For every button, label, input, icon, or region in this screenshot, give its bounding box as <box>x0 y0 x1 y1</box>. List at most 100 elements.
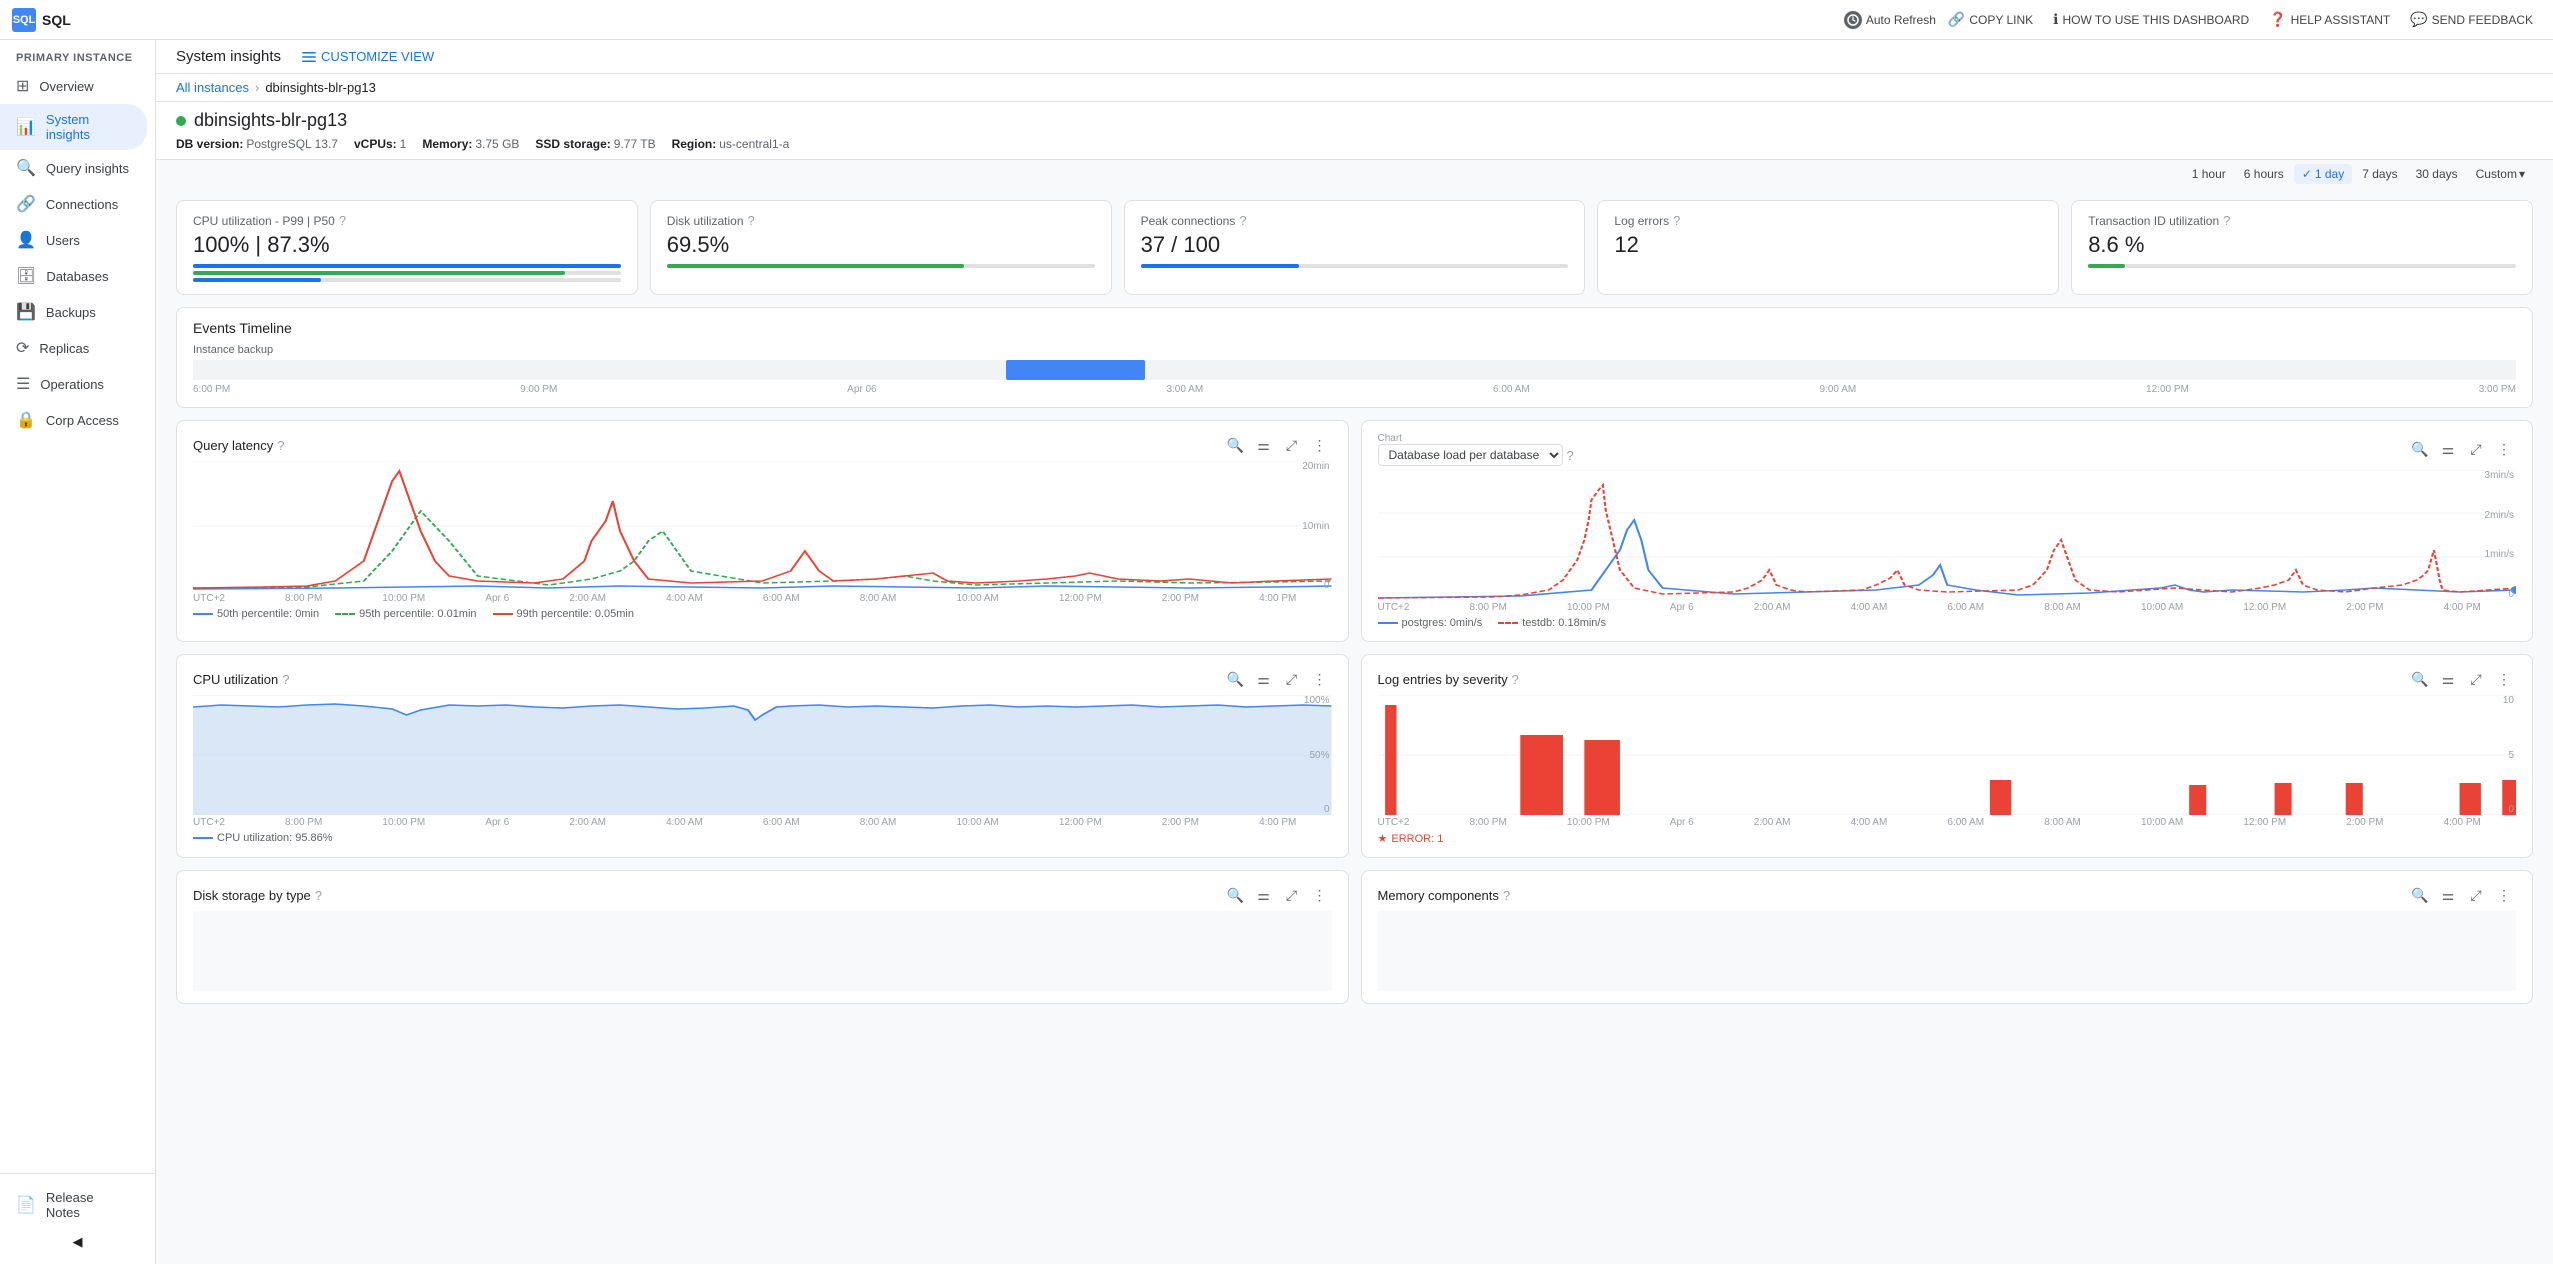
time-1hour[interactable]: 1 hour <box>2184 164 2234 184</box>
metric-disk-help[interactable]: ? <box>748 213 755 228</box>
sidebar-item-label: Connections <box>46 197 118 212</box>
zoom-button[interactable]: 🔍 <box>1224 433 1248 457</box>
metric-connections-help[interactable]: ? <box>1239 213 1246 228</box>
metric-transaction-help[interactable]: ? <box>2223 213 2230 228</box>
sidebar-item-query-insights[interactable]: 🔍 Query insights <box>0 150 147 186</box>
customize-label: CUSTOMIZE VIEW <box>321 49 434 64</box>
query-latency-help[interactable]: ? <box>277 438 284 453</box>
feedback-button[interactable]: 💬 SEND FEEDBACK <box>2402 7 2541 32</box>
disk-storage-area <box>193 911 1332 991</box>
log-more[interactable]: ⋮ <box>2492 667 2516 691</box>
metric-disk: Disk utilization ? 69.5% <box>650 200 1112 295</box>
db-load-filter[interactable]: ⚌ <box>2436 438 2460 462</box>
memory-help[interactable]: ? <box>1503 888 1510 903</box>
disk-zoom[interactable]: 🔍 <box>1224 883 1248 907</box>
sidebar-item-backups[interactable]: 💾 Backups <box>0 294 147 330</box>
corp-access-icon: 🔒 <box>16 410 36 430</box>
sidebar-item-overview[interactable]: ⊞ Overview <box>0 68 147 104</box>
db-load-chart: Chart Database load per database ? 🔍 ⚌ ⤢… <box>1361 420 2534 642</box>
time-1day[interactable]: ✓ 1 day <box>2294 164 2352 184</box>
auto-refresh-control[interactable]: Auto Refresh <box>1844 11 1936 29</box>
sidebar-item-release-notes[interactable]: 📄 Release Notes <box>0 1182 147 1228</box>
sidebar-section-label: PRIMARY INSTANCE <box>0 40 155 68</box>
legend-testdb: testdb: 0.18min/s <box>1498 617 1606 629</box>
log-expand[interactable]: ⤢ <box>2464 667 2488 691</box>
log-error-label: ★ ERROR: 1 <box>1378 832 2517 845</box>
databases-icon: 🗄 <box>16 266 36 286</box>
checkmark-icon: ✓ <box>2302 167 2312 181</box>
log-zoom[interactable]: 🔍 <box>2408 667 2432 691</box>
metric-cpu-help[interactable]: ? <box>339 213 346 228</box>
time-selector: 1 hour 6 hours ✓ 1 day 7 days 30 days Cu… <box>156 160 2553 188</box>
time-custom[interactable]: Custom ▾ <box>2468 164 2533 184</box>
disk-more[interactable]: ⋮ <box>1308 883 1332 907</box>
db-load-header: Chart Database load per database ? 🔍 ⚌ ⤢… <box>1378 433 2517 466</box>
sidebar-item-label: Users <box>46 233 80 248</box>
db-load-help[interactable]: ? <box>1567 448 1574 463</box>
query-latency-area: 20min 10min 0 <box>193 461 1332 591</box>
disk-storage-help[interactable]: ? <box>315 888 322 903</box>
connections-icon: 🔗 <box>16 194 36 214</box>
db-load-dropdown-wrapper[interactable]: Database load per database ? <box>1378 444 1574 466</box>
sidebar-item-label: Operations <box>40 377 104 392</box>
cpu-filter[interactable]: ⚌ <box>1252 667 1276 691</box>
memory-more[interactable]: ⋮ <box>2492 883 2516 907</box>
metric-cpu: CPU utilization - P99 | P50 ? 100% | 87.… <box>176 200 638 295</box>
info-icon: ℹ <box>2053 11 2058 28</box>
sidebar-collapse-button[interactable]: ◀ <box>0 1228 155 1256</box>
query-latency-title: Query latency ? <box>193 438 284 453</box>
cpu-utilization-help[interactable]: ? <box>282 672 289 687</box>
breadcrumb-all[interactable]: All instances <box>176 80 249 95</box>
filter-button[interactable]: ⚌ <box>1252 433 1276 457</box>
memory: Memory: 3.75 GB <box>422 137 519 151</box>
how-to-label: HOW TO USE THIS DASHBOARD <box>2062 13 2249 27</box>
sidebar-item-users[interactable]: 👤 Users <box>0 222 147 258</box>
cpu-utilization-chart: CPU utilization ? 🔍 ⚌ ⤢ ⋮ 100% 50% 0 <box>176 654 1349 858</box>
metric-disk-bar <box>667 264 1095 268</box>
metric-cpu-bars <box>193 264 621 282</box>
replicas-icon: ⟳ <box>16 338 29 358</box>
time-6hours[interactable]: 6 hours <box>2236 164 2292 184</box>
time-30days[interactable]: 30 days <box>2408 164 2466 184</box>
sidebar-item-databases[interactable]: 🗄 Databases <box>0 258 147 294</box>
metric-errors: Log errors ? 12 <box>1597 200 2059 295</box>
timeline-track <box>193 360 2516 380</box>
db-load-dropdown[interactable]: Database load per database <box>1378 444 1563 466</box>
db-load-expand[interactable]: ⤢ <box>2464 438 2488 462</box>
sidebar-item-corp-access[interactable]: 🔒 Corp Access <box>0 402 147 438</box>
sidebar-item-system-insights[interactable]: 📊 System insights <box>0 104 147 150</box>
copy-link-button[interactable]: 🔗 COPY LINK <box>1940 7 2041 32</box>
more-button[interactable]: ⋮ <box>1308 433 1332 457</box>
release-notes-icon: 📄 <box>16 1195 36 1215</box>
db-load-zoom[interactable]: 🔍 <box>2408 438 2432 462</box>
memory-zoom[interactable]: 🔍 <box>2408 883 2432 907</box>
cpu-zoom[interactable]: 🔍 <box>1224 667 1248 691</box>
time-7days[interactable]: 7 days <box>2354 164 2405 184</box>
legend-95th-line <box>335 613 355 615</box>
help-button[interactable]: ❓ HELP ASSISTANT <box>2261 7 2398 32</box>
memory-filter[interactable]: ⚌ <box>2436 883 2460 907</box>
db-load-more[interactable]: ⋮ <box>2492 438 2516 462</box>
sidebar-item-operations[interactable]: ☰ Operations <box>0 366 147 402</box>
disk-filter[interactable]: ⚌ <box>1252 883 1276 907</box>
log-severity-help[interactable]: ? <box>1512 672 1519 687</box>
memory-title: Memory components ? <box>1378 888 1511 903</box>
log-severity-actions: 🔍 ⚌ ⤢ ⋮ <box>2408 667 2516 691</box>
breadcrumb-current: dbinsights-blr-pg13 <box>265 80 376 95</box>
sidebar-item-replicas[interactable]: ⟳ Replicas <box>0 330 147 366</box>
metric-errors-help[interactable]: ? <box>1673 213 1680 228</box>
how-to-button[interactable]: ℹ HOW TO USE THIS DASHBOARD <box>2045 7 2257 32</box>
disk-expand[interactable]: ⤢ <box>1280 883 1304 907</box>
customize-view-button[interactable]: CUSTOMIZE VIEW <box>301 49 434 65</box>
memory-expand[interactable]: ⤢ <box>2464 883 2488 907</box>
cpu-more[interactable]: ⋮ <box>1308 667 1332 691</box>
cpu-expand[interactable]: ⤢ <box>1280 667 1304 691</box>
metric-transaction: Transaction ID utilization ? 8.6 % <box>2071 200 2533 295</box>
sidebar-item-connections[interactable]: 🔗 Connections <box>0 186 147 222</box>
expand-button[interactable]: ⤢ <box>1280 433 1304 457</box>
disk-storage-title: Disk storage by type ? <box>193 888 322 903</box>
timeline-event-block <box>1006 360 1145 380</box>
log-filter[interactable]: ⚌ <box>2436 667 2460 691</box>
breadcrumb-bar: All instances › dbinsights-blr-pg13 <box>156 74 2553 102</box>
page-title: System insights <box>176 48 281 65</box>
